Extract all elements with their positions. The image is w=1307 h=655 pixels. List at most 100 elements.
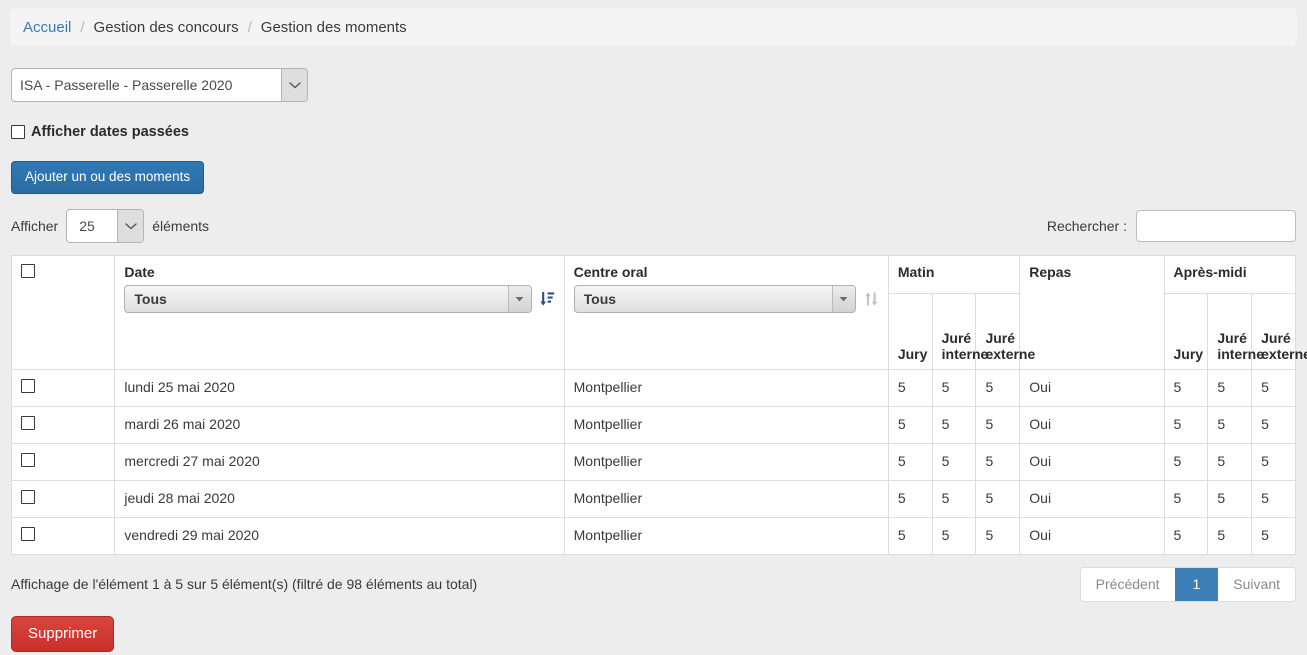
row-apres-midi-jury: 5 — [1163, 479, 1209, 518]
row-repas: Oui — [1019, 479, 1165, 518]
centre-oral-filter-select[interactable]: Tous — [573, 284, 856, 313]
moments-table: Date Tous Centre oral Tous Matin Repas A… — [10, 254, 1307, 555]
pagination-page-1-button[interactable]: 1 — [1174, 567, 1219, 601]
row-date: lundi 25 mai 2020 — [114, 368, 565, 407]
row-matin-jure-externe: 5 — [975, 405, 1021, 444]
centre-oral-filter-wrapper: Tous — [573, 284, 856, 313]
row-apres-midi-jure-externe: 5 — [1251, 479, 1296, 518]
row-date: mardi 26 mai 2020 — [114, 405, 565, 444]
row-matin-jure-interne: 5 — [931, 516, 977, 555]
row-date: mercredi 27 mai 2020 — [114, 442, 565, 481]
table-length-select-wrapper: 25 — [66, 208, 145, 243]
row-matin-jure-externe: 5 — [975, 516, 1021, 555]
table-length-suffix-label: éléments — [152, 217, 210, 234]
row-apres-midi-jure-interne: 5 — [1207, 405, 1253, 444]
search-input[interactable] — [1136, 209, 1296, 242]
date-filter-select[interactable]: Tous — [124, 284, 532, 313]
row-date: vendredi 29 mai 2020 — [114, 516, 565, 555]
table-row[interactable]: vendredi 29 mai 2020 Montpellier 5 5 5 O… — [10, 516, 1296, 555]
row-repas: Oui — [1019, 368, 1165, 407]
table-length-select[interactable]: 25 — [66, 208, 145, 243]
row-matin-jure-externe: 5 — [975, 479, 1021, 518]
date-header-cell: Date Tous — [114, 254, 565, 370]
row-matin-jury: 5 — [887, 516, 933, 555]
table-length-group: Afficher 25 éléments — [11, 208, 210, 243]
row-checkbox[interactable] — [21, 452, 35, 467]
row-apres-midi-jure-externe: 5 — [1251, 405, 1296, 444]
row-apres-midi-jury: 5 — [1163, 405, 1209, 444]
row-apres-midi-jure-interne: 5 — [1207, 368, 1253, 407]
row-apres-midi-jure-interne: 5 — [1207, 479, 1253, 518]
table-search-group: Rechercher : — [1046, 209, 1296, 242]
row-matin-jury: 5 — [887, 368, 933, 407]
select-all-header-cell — [10, 254, 116, 370]
row-apres-midi-jury: 5 — [1163, 368, 1209, 407]
concours-select[interactable]: ISA - Passerelle - Passerelle 2020 — [11, 68, 308, 102]
row-checkbox[interactable] — [21, 526, 35, 541]
breadcrumb: Accueil / Gestion des concours / Gestion… — [10, 8, 1297, 46]
table-controls: Afficher 25 éléments Rechercher : — [11, 208, 1296, 243]
table-group-header-row: Date Tous Centre oral Tous Matin Repas A… — [10, 254, 1296, 370]
table-row[interactable]: lundi 25 mai 2020 Montpellier 5 5 5 Oui … — [10, 368, 1296, 407]
apres-midi-jure-interne-header: Juré interne — [1207, 292, 1264, 370]
row-checkbox[interactable] — [21, 415, 35, 430]
add-moments-button[interactable]: Ajouter un ou des moments — [11, 161, 205, 194]
row-matin-jure-interne: 5 — [931, 368, 977, 407]
sort-unsorted-icon[interactable] — [864, 290, 879, 307]
repas-header-cell: Repas — [1019, 254, 1165, 370]
row-centre: Montpellier — [563, 368, 889, 407]
page-content: ISA - Passerelle - Passerelle 2020 Affic… — [0, 68, 1307, 652]
delete-button[interactable]: Supprimer — [11, 615, 115, 652]
breadcrumb-separator: / — [80, 18, 85, 36]
select-all-checkbox[interactable] — [21, 263, 35, 278]
row-matin-jury: 5 — [887, 479, 933, 518]
row-checkbox[interactable] — [21, 489, 35, 504]
table-footer: Affichage de l'élément 1 à 5 sur 5 éléme… — [11, 566, 1296, 602]
table-row[interactable]: jeudi 28 mai 2020 Montpellier 5 5 5 Oui … — [10, 479, 1296, 518]
table-info-text: Affichage de l'élément 1 à 5 sur 5 éléme… — [11, 576, 478, 592]
row-repas: Oui — [1019, 405, 1165, 444]
breadcrumb-item-gestion-des-concours[interactable]: Gestion des concours — [94, 19, 239, 36]
row-matin-jure-externe: 5 — [975, 368, 1021, 407]
breadcrumb-separator: / — [247, 18, 252, 36]
concours-select-row: ISA - Passerelle - Passerelle 2020 — [11, 68, 1296, 102]
table-body: lundi 25 mai 2020 Montpellier 5 5 5 Oui … — [10, 368, 1296, 555]
breadcrumb-item-gestion-des-moments: Gestion des moments — [260, 18, 407, 36]
row-matin-jury: 5 — [887, 442, 933, 481]
centre-oral-column-label: Centre oral — [573, 263, 648, 280]
afficher-dates-passees-label[interactable]: Afficher dates passées — [31, 124, 189, 140]
row-apres-midi-jury: 5 — [1163, 516, 1209, 555]
date-column-label: Date — [124, 263, 155, 280]
concours-select-wrapper: ISA - Passerelle - Passerelle 2020 — [11, 68, 308, 102]
sort-descending-icon[interactable] — [540, 290, 555, 307]
centre-oral-filter-line: Tous — [573, 284, 879, 313]
apres-midi-jury-header: Jury — [1163, 292, 1209, 370]
row-apres-midi-jure-externe: 5 — [1251, 516, 1296, 555]
pagination-next-button[interactable]: Suivant — [1218, 567, 1295, 601]
row-apres-midi-jure-externe: 5 — [1251, 368, 1296, 407]
afficher-dates-passees-row: Afficher dates passées — [11, 124, 1296, 140]
row-apres-midi-jure-externe: 5 — [1251, 442, 1296, 481]
date-filter-line: Tous — [124, 284, 555, 313]
row-matin-jure-interne: 5 — [931, 442, 977, 481]
row-select-cell — [10, 405, 116, 444]
row-matin-jure-interne: 5 — [931, 479, 977, 518]
pagination: Précédent 1 Suivant — [1079, 566, 1296, 602]
pagination-previous-button[interactable]: Précédent — [1080, 567, 1175, 601]
table-head: Date Tous Centre oral Tous Matin Repas A… — [10, 254, 1307, 370]
table-row[interactable]: mardi 26 mai 2020 Montpellier 5 5 5 Oui … — [10, 405, 1296, 444]
row-date: jeudi 28 mai 2020 — [114, 479, 565, 518]
row-centre: Montpellier — [563, 516, 889, 555]
table-row[interactable]: mercredi 27 mai 2020 Montpellier 5 5 5 O… — [10, 442, 1296, 481]
row-select-cell — [10, 479, 116, 518]
row-centre: Montpellier — [563, 405, 889, 444]
row-select-cell — [10, 516, 116, 555]
row-apres-midi-jure-interne: 5 — [1207, 442, 1253, 481]
row-checkbox[interactable] — [21, 378, 35, 393]
matin-jure-interne-header: Juré interne — [931, 292, 988, 370]
afficher-dates-passees-checkbox[interactable] — [11, 125, 25, 139]
breadcrumb-item-accueil[interactable]: Accueil — [23, 19, 71, 36]
row-matin-jury: 5 — [887, 405, 933, 444]
search-label: Rechercher : — [1046, 217, 1127, 234]
date-filter-wrapper: Tous — [124, 284, 532, 313]
